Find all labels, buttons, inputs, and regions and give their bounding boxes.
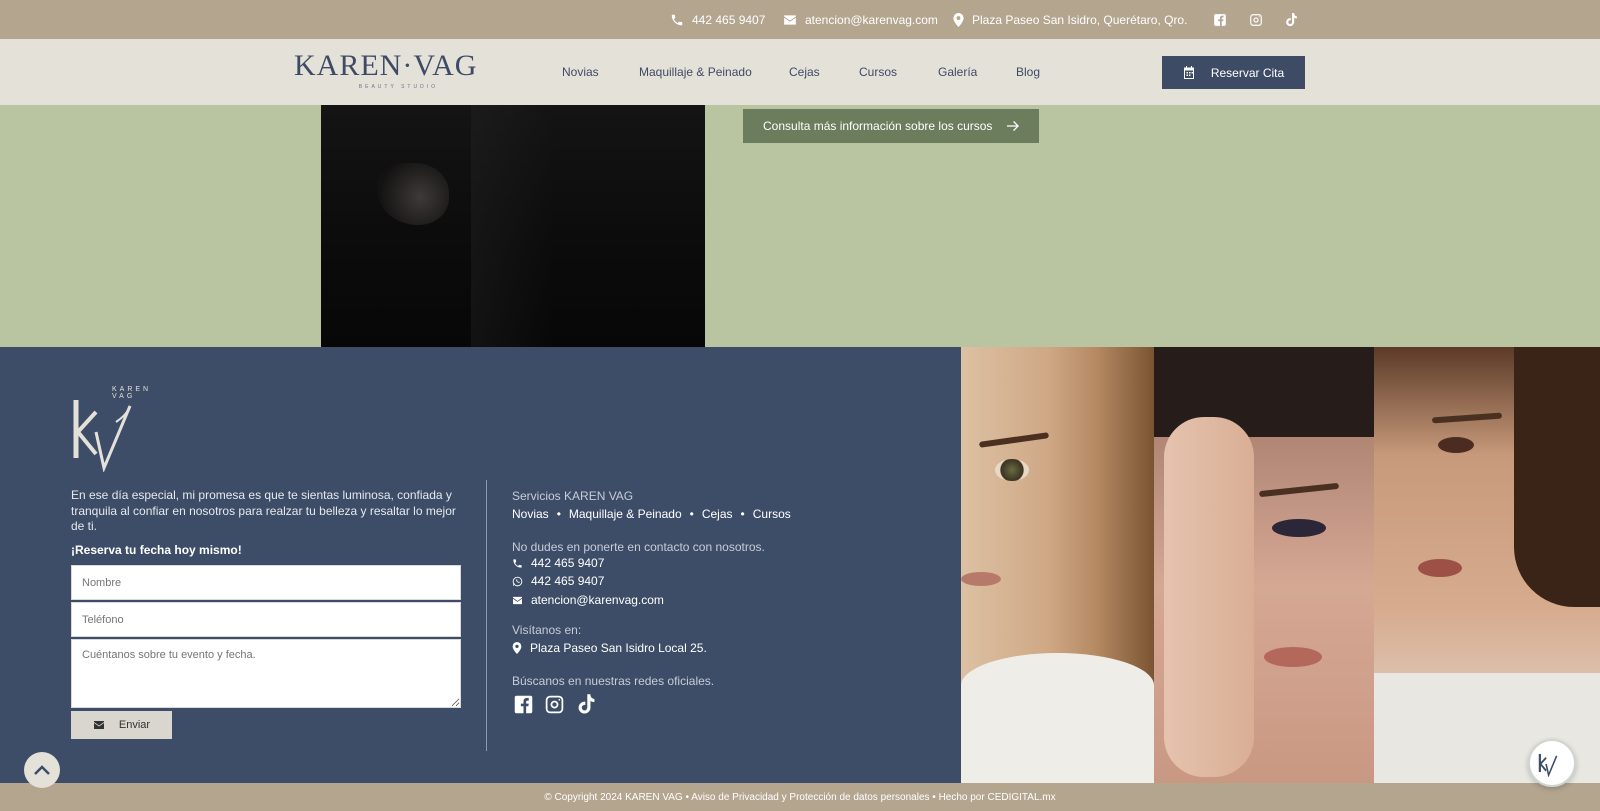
brand-logo-icon xyxy=(1538,753,1558,777)
footer-logo-text: KAREN VAG xyxy=(112,386,152,400)
map-pin-icon xyxy=(953,12,964,27)
tiktok-icon[interactable] xyxy=(1279,0,1303,39)
footer-cta: ¡Reserva tu fecha hoy mismo! xyxy=(71,543,242,557)
footer-email[interactable]: atencion@karenvag.com xyxy=(512,593,664,607)
topbar-phone-text: 442 465 9407 xyxy=(692,12,766,27)
footer-address[interactable]: Plaza Paseo San Isidro Local 25. xyxy=(512,641,707,655)
send-button-label: Enviar xyxy=(118,719,151,731)
services-heading: Servicios KAREN VAG xyxy=(512,489,634,503)
footer-link-maquillaje[interactable]: Maquillaje & Peinado xyxy=(569,507,682,521)
instagram-icon[interactable] xyxy=(1244,0,1268,39)
nav-item-cursos[interactable]: Cursos xyxy=(859,39,897,105)
arrow-right-icon xyxy=(1007,109,1019,143)
services-list: Novias • Maquillaje & Peinado • Cejas • … xyxy=(512,507,791,521)
nav-item-blog[interactable]: Blog xyxy=(1016,39,1040,105)
footer-link-novias[interactable]: Novias xyxy=(512,507,549,521)
logo-text: KAREN·VAG xyxy=(294,49,478,82)
copyright-text[interactable]: © Copyright 2024 KAREN VAG • Aviso de Pr… xyxy=(544,792,1055,803)
footer-whatsapp-text: 442 465 9407 xyxy=(531,574,605,588)
logo-subtitle: BEAUTY STUDIO xyxy=(358,84,438,90)
message-textarea[interactable] xyxy=(71,639,461,708)
facebook-icon[interactable] xyxy=(511,692,535,716)
copyright-bar: © Copyright 2024 KAREN VAG • Aviso de Pr… xyxy=(0,783,1600,811)
footer-link-cejas[interactable]: Cejas xyxy=(702,507,733,521)
social-heading: Búscanos en nuestras redes oficiales. xyxy=(512,674,715,688)
footer-phone-text: 442 465 9407 xyxy=(531,556,605,570)
phone-icon xyxy=(671,14,683,25)
footer-whatsapp[interactable]: 442 465 9407 xyxy=(512,574,604,588)
whatsapp-icon xyxy=(512,576,523,586)
courses-info-button[interactable]: Consulta más información sobre los curso… xyxy=(743,109,1039,143)
footer-phone[interactable]: 442 465 9407 xyxy=(512,556,604,570)
nav-item-cejas[interactable]: Cejas xyxy=(789,39,820,105)
reserve-button-label: Reservar Cita xyxy=(1210,65,1285,80)
map-pin-icon xyxy=(512,642,522,654)
topbar-address-text: Plaza Paseo San Isidro, Querétaro, Qro. xyxy=(972,12,1188,27)
envelope-icon xyxy=(784,14,796,25)
envelope-icon xyxy=(93,721,104,729)
topbar-email[interactable]: atencion@karenvag.com xyxy=(783,0,938,39)
instagram-icon[interactable] xyxy=(542,692,566,716)
footer-logo: KAREN VAG xyxy=(70,386,160,473)
footer-intro-text: En ese día especial, mi promesa es que t… xyxy=(71,488,456,533)
facebook-icon[interactable] xyxy=(1208,0,1232,39)
topbar-email-text: atencion@karenvag.com xyxy=(805,12,938,27)
calendar-icon xyxy=(1183,66,1194,79)
nav-item-galeria[interactable]: Galería xyxy=(938,39,977,105)
course-photo xyxy=(321,105,705,347)
footer-divider xyxy=(486,480,487,751)
name-input[interactable] xyxy=(71,565,461,600)
send-button[interactable]: Enviar xyxy=(71,711,172,739)
envelope-icon xyxy=(513,596,522,604)
phone-icon xyxy=(513,558,522,568)
top-bar: 442 465 9407 atencion@karenvag.com Plaza… xyxy=(0,0,1600,39)
gallery-photo-2 xyxy=(1154,347,1374,783)
footer-email-text: atencion@karenvag.com xyxy=(531,593,664,607)
topbar-address[interactable]: Plaza Paseo San Isidro, Querétaro, Qro. xyxy=(953,0,1187,39)
tiktok-icon[interactable] xyxy=(574,692,598,716)
phone-input[interactable] xyxy=(71,602,461,637)
contact-heading: No dudes en ponerte en contacto con noso… xyxy=(512,540,765,554)
chevron-up-icon xyxy=(34,765,50,775)
scroll-to-top-button[interactable] xyxy=(24,752,60,788)
visit-heading: Visítanos en: xyxy=(512,623,582,637)
gallery-photo-3 xyxy=(1374,347,1600,783)
footer-link-cursos[interactable]: Cursos xyxy=(753,507,791,521)
reserve-button[interactable]: Reservar Cita xyxy=(1162,56,1305,89)
nav-item-maquillaje[interactable]: Maquillaje & Peinado xyxy=(639,39,752,105)
nav-item-novias[interactable]: Novias xyxy=(562,39,599,105)
gallery-photo-1 xyxy=(961,347,1154,783)
chat-widget-button[interactable] xyxy=(1528,739,1576,787)
courses-info-button-label: Consulta más información sobre los curso… xyxy=(763,119,993,133)
topbar-phone[interactable]: 442 465 9407 xyxy=(670,0,765,39)
footer-address-text: Plaza Paseo San Isidro Local 25. xyxy=(530,641,707,655)
site-logo[interactable]: KAREN·VAG BEAUTY STUDIO xyxy=(294,49,478,94)
